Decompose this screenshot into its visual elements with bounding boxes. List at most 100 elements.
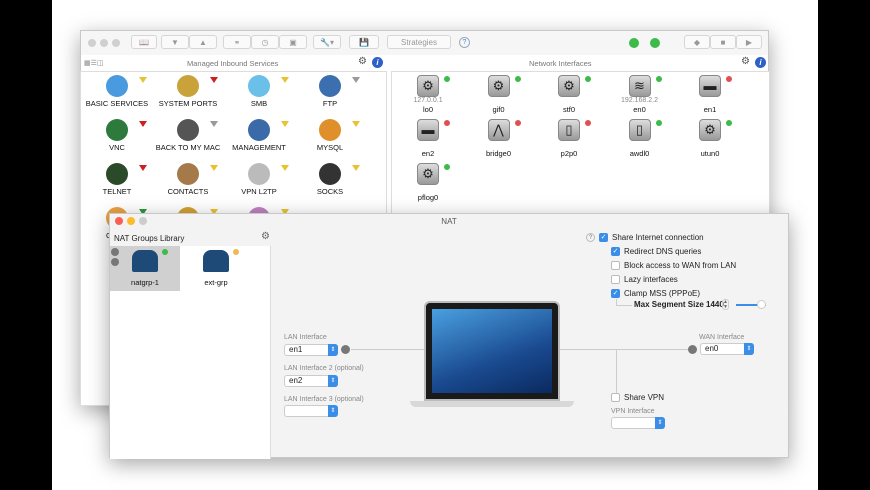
service-item[interactable]: BACK TO MY MAC bbox=[153, 119, 223, 152]
service-item[interactable]: BASIC SERVICES bbox=[82, 75, 152, 108]
window-title: NAT bbox=[441, 217, 457, 226]
interface-item[interactable]: ⚙ 127.0.0.1 lo0 bbox=[393, 75, 463, 114]
minimize-button[interactable] bbox=[100, 39, 108, 47]
lan1-label: LAN Interface bbox=[284, 334, 327, 341]
move-down-button[interactable]: ▼ bbox=[161, 35, 189, 49]
service-item[interactable]: MYSQL bbox=[295, 119, 365, 152]
strategies-button[interactable]: Strategies bbox=[387, 35, 451, 49]
interface-item[interactable]: ≋ 192.168.2.2 en0 bbox=[605, 75, 675, 114]
interface-item[interactable]: ⚙ stf0 bbox=[534, 75, 604, 114]
service-item[interactable]: FTP bbox=[295, 75, 365, 108]
gears-icon-glyph: ⚙ bbox=[422, 166, 434, 181]
service-label: VNC bbox=[109, 143, 125, 152]
service-item[interactable]: TELNET bbox=[82, 163, 152, 196]
info-icon[interactable]: i bbox=[372, 57, 383, 68]
tablet-icon: ▯ bbox=[558, 119, 580, 141]
thunderbolt-icon-glyph: ▬ bbox=[703, 78, 717, 93]
interfaces-title: Network Interfaces bbox=[529, 59, 592, 68]
mss-stepper[interactable]: ▲ ▼ bbox=[722, 299, 729, 310]
status-triangle-icon bbox=[210, 121, 218, 127]
block-access-checkbox[interactable]: Block access to WAN from LAN bbox=[611, 261, 736, 271]
checkbox[interactable]: ✓ bbox=[611, 289, 620, 299]
stop-button[interactable]: ■ bbox=[710, 35, 736, 49]
interface-item[interactable]: ⚙ pflog0 bbox=[393, 163, 463, 202]
lan1-select[interactable]: en1 ⇕ bbox=[284, 344, 338, 356]
interface-item[interactable]: ⚙ gif0 bbox=[464, 75, 534, 114]
share-vpn-checkbox[interactable]: Share VPN bbox=[611, 393, 664, 403]
interface-label: lo0 bbox=[422, 105, 433, 114]
interface-item[interactable]: ▬ en1 bbox=[675, 75, 745, 114]
gear-icon[interactable]: ⚙ bbox=[358, 56, 367, 67]
nat-config-panel: ? ✓ Share Internet connection ✓ Redirect D… bbox=[272, 228, 788, 457]
interface-item[interactable]: ⚙ utun0 bbox=[675, 119, 745, 158]
checkbox[interactable] bbox=[611, 275, 620, 285]
close-button[interactable] bbox=[88, 39, 96, 47]
interface-item[interactable]: ▬ en2 bbox=[393, 119, 463, 158]
checkbox[interactable] bbox=[611, 261, 620, 271]
checkbox[interactable]: ✓ bbox=[611, 247, 620, 257]
service-label: SYSTEM PORTS bbox=[158, 99, 218, 108]
play-button[interactable]: ▶ bbox=[736, 35, 762, 49]
status-triangle-icon bbox=[281, 121, 289, 127]
record-button[interactable]: ◆ bbox=[684, 35, 710, 49]
interface-address bbox=[675, 97, 745, 105]
group-item[interactable]: natgrp-1 bbox=[110, 246, 180, 291]
info-icon[interactable]: i bbox=[755, 57, 766, 68]
service-item[interactable]: MANAGEMENT bbox=[224, 119, 294, 152]
window-button[interactable]: ▣ bbox=[279, 35, 307, 49]
service-item[interactable]: SMB bbox=[224, 75, 294, 108]
share-internet-checkbox[interactable]: ✓ Share Internet connection bbox=[599, 233, 704, 243]
status-dot bbox=[726, 76, 732, 82]
mss-label: Max Segment Size 1440 bbox=[634, 300, 724, 309]
gear-icon[interactable]: ⚙ bbox=[741, 56, 750, 67]
magic-hat-icon bbox=[319, 163, 341, 185]
status-dot bbox=[162, 249, 168, 255]
service-item[interactable]: VPN L2TP bbox=[224, 163, 294, 196]
redirect-dns-checkbox[interactable]: ✓ Redirect DNS queries bbox=[611, 247, 701, 257]
move-up-button[interactable]: ▲ bbox=[189, 35, 217, 49]
group-users-icon bbox=[132, 250, 158, 272]
gears-icon-glyph: ⚙ bbox=[563, 78, 575, 93]
status-dot bbox=[444, 120, 450, 126]
interface-item[interactable]: ▯ awdl0 bbox=[605, 119, 675, 158]
service-item[interactable]: SOCKS bbox=[295, 163, 365, 196]
interface-address bbox=[534, 97, 604, 105]
interface-label: awdl0 bbox=[629, 149, 650, 158]
connections-button[interactable]: ⚭ bbox=[223, 35, 251, 49]
help-button[interactable]: ? bbox=[586, 233, 595, 242]
book-button[interactable]: 📖 bbox=[131, 35, 157, 49]
service-item[interactable]: SYSTEM PORTS bbox=[153, 75, 223, 108]
mss-slider-knob[interactable] bbox=[757, 300, 766, 309]
lan2-select[interactable]: en2 ⇕ bbox=[284, 375, 338, 387]
service-label: CONTACTS bbox=[167, 187, 209, 196]
lazy-interfaces-checkbox[interactable]: Lazy interfaces bbox=[611, 275, 678, 285]
help-button[interactable]: ? bbox=[459, 37, 470, 48]
wan-select[interactable]: en0 ⇕ bbox=[700, 343, 754, 355]
tools-menu-button[interactable]: 🔧▾ bbox=[313, 35, 341, 49]
service-item[interactable]: VNC bbox=[82, 119, 152, 152]
interface-item[interactable]: ⋀ bridge0 bbox=[464, 119, 534, 158]
status-triangle-icon bbox=[210, 165, 218, 171]
gear-icon[interactable]: ⚙ bbox=[261, 231, 270, 242]
zoom-icon[interactable] bbox=[111, 248, 119, 256]
vpn-select[interactable]: ⇕ bbox=[611, 417, 665, 429]
interface-item[interactable]: ▯ p2p0 bbox=[534, 119, 604, 158]
option-label: Clamp MSS (PPPoE) bbox=[624, 289, 701, 298]
interface-address bbox=[605, 141, 675, 149]
group-item[interactable]: ext-grp bbox=[181, 246, 251, 291]
status-triangle-icon bbox=[139, 121, 147, 127]
clamp-mss-checkbox[interactable]: ✓ Clamp MSS (PPPoE) bbox=[611, 289, 701, 299]
tablet-icon: ▯ bbox=[628, 119, 651, 141]
lan3-select[interactable]: ⇕ bbox=[284, 405, 338, 417]
view-mode-icons[interactable]: ▦☰◫ bbox=[84, 59, 104, 67]
library-title: NAT Groups Library bbox=[114, 234, 185, 243]
lan2-label: LAN Interface 2 (optional) bbox=[284, 365, 364, 372]
folder-icon bbox=[248, 75, 270, 97]
checkbox[interactable] bbox=[611, 393, 620, 403]
checkbox[interactable]: ✓ bbox=[599, 233, 608, 243]
clock-button[interactable]: ◷ bbox=[251, 35, 279, 49]
save-button[interactable]: 💾 bbox=[349, 35, 379, 49]
zoom-button[interactable] bbox=[112, 39, 120, 47]
service-item[interactable]: CONTACTS bbox=[153, 163, 223, 196]
remove-icon[interactable] bbox=[111, 258, 119, 266]
